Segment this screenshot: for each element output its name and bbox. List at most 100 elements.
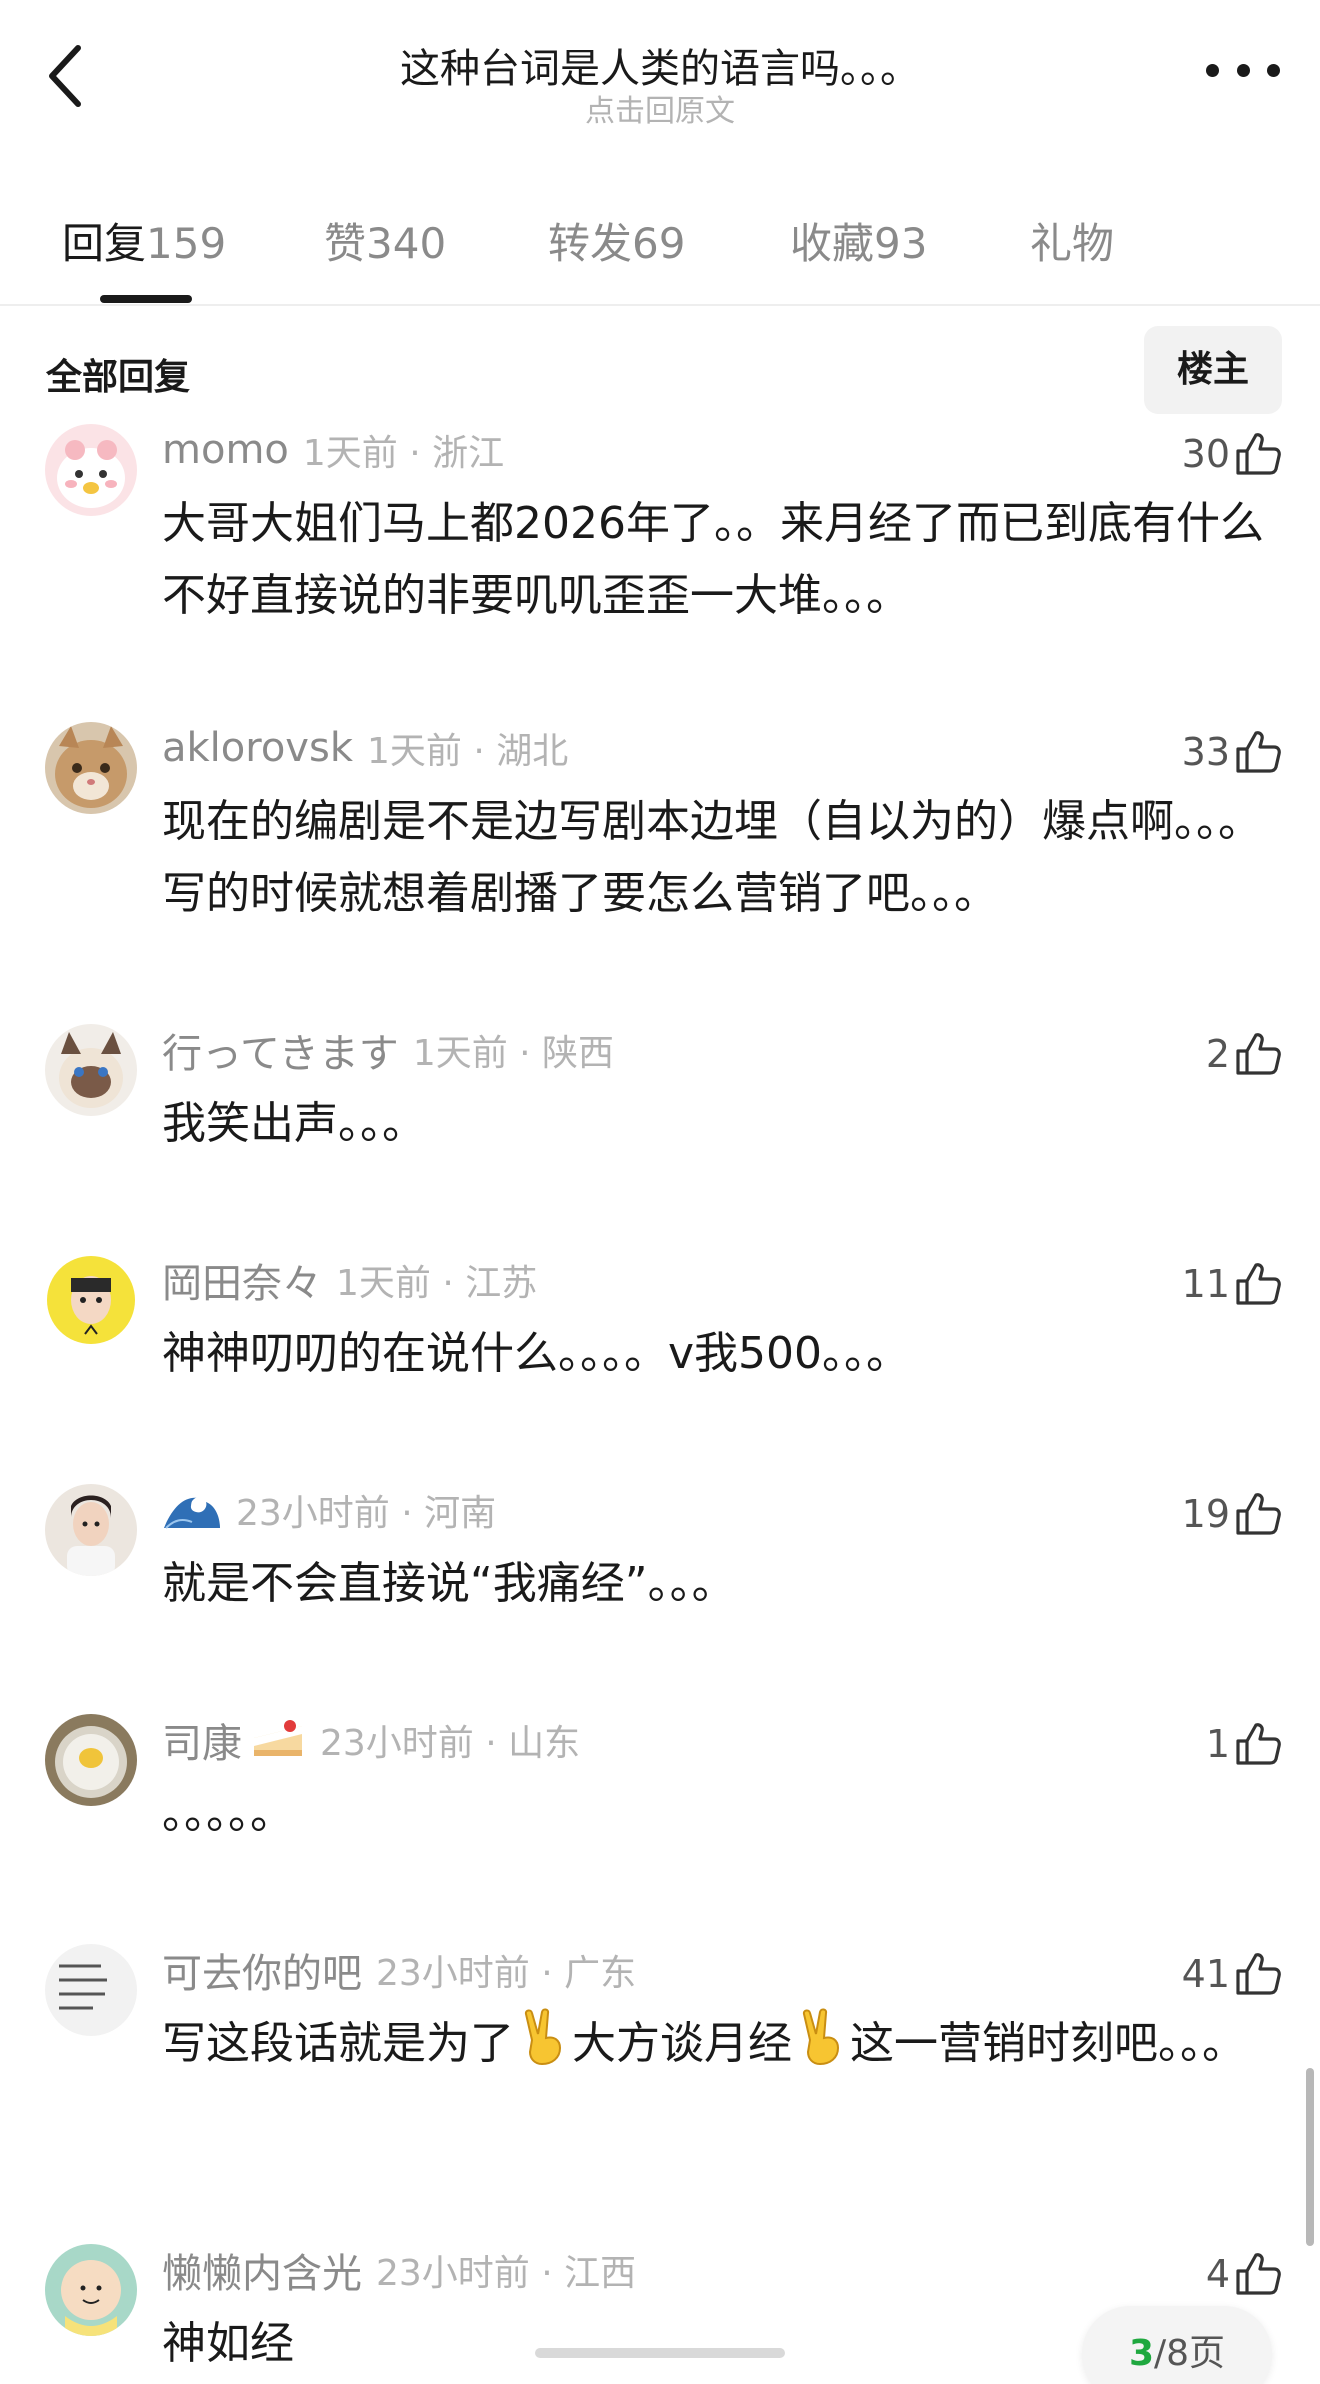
- comment-item: 行ってきます 1天前 · 陕西 2 我笑出声。。。: [0, 1024, 1320, 1214]
- tab-count: 340: [366, 219, 447, 268]
- time-location: 1天前 · 浙江: [302, 433, 505, 474]
- tab-reposts[interactable]: 转发69: [548, 210, 685, 271]
- comment-text-part: 写这段话就是为了: [162, 2018, 514, 2069]
- like-button[interactable]: 11: [1182, 1254, 1282, 1314]
- avatar[interactable]: [45, 1944, 137, 2036]
- like-button[interactable]: 33: [1182, 722, 1282, 782]
- active-tab-indicator: [100, 295, 192, 303]
- cake-icon: [254, 1720, 302, 1756]
- avatar[interactable]: [45, 1254, 137, 1346]
- thumbs-up-icon: [1236, 2253, 1281, 2295]
- op-only-button[interactable]: 楼主: [1144, 326, 1282, 414]
- comment-meta: 23小时前 · 河南: [162, 1484, 496, 1536]
- comment-text: 写这段话就是为了 大方谈月经 这一营销时刻吧。。。: [162, 2008, 1282, 2080]
- comment-text: 现在的编剧是不是边写剧本边埋（自以为的）爆点啊。。。写的时候就想着剧播了要怎么营…: [162, 796, 1262, 919]
- comment-text-part: 大方谈月经: [572, 2018, 792, 2069]
- time-location: 1天前 · 湖北: [366, 731, 569, 772]
- comment-meta: 懒懒内含光 23小时前 · 江西: [162, 2241, 637, 2299]
- like-button[interactable]: 41: [1182, 1944, 1282, 2004]
- current-page: 3: [1128, 2333, 1154, 2374]
- thumbs-up-icon: [1236, 433, 1281, 475]
- tab-label: 收藏: [790, 219, 875, 268]
- avatar[interactable]: [45, 1484, 137, 1576]
- top-bar: 这种台词是人类的语言吗。。。 点击回原文: [0, 0, 1320, 160]
- more-dot: [1236, 63, 1250, 77]
- thumbs-up-icon: [1236, 1263, 1281, 1305]
- like-count: 4: [1205, 2252, 1230, 2296]
- like-count: 2: [1205, 1032, 1230, 1076]
- comment-item: 23小时前 · 河南 19 就是不会直接说“我痛经”。。。: [0, 1484, 1320, 1674]
- tab-gifts[interactable]: 礼物: [1030, 210, 1114, 271]
- thumbs-up-icon: [1236, 1723, 1281, 1765]
- comment-meta: momo 1天前 · 浙江: [162, 424, 504, 476]
- home-indicator: [535, 2348, 785, 2358]
- time-location: 1天前 · 江苏: [336, 1263, 538, 1304]
- time-location: 23小时前 · 江西: [376, 2253, 637, 2294]
- avatar[interactable]: [45, 424, 137, 516]
- username[interactable]: 可去你的吧: [162, 1941, 362, 1999]
- comment-item: aklorovsk 1天前 · 湖北 33 现在的编剧是不是边写剧本边埋（自以为…: [0, 722, 1320, 982]
- tab-label: 转发: [548, 219, 633, 268]
- like-count: 30: [1181, 432, 1230, 476]
- total-pages: /8页: [1154, 2333, 1226, 2374]
- like-button[interactable]: 2: [1206, 1024, 1282, 1084]
- avatar[interactable]: [45, 2244, 137, 2336]
- comment-text: 就是不会直接说“我痛经”。。。: [162, 1558, 736, 1609]
- thumbs-up-icon: [1236, 1033, 1281, 1075]
- like-count: 11: [1181, 1262, 1230, 1306]
- tab-count: 93: [874, 219, 928, 268]
- comment-meta: 可去你的吧 23小时前 · 广东: [162, 1941, 637, 1999]
- comment-text: 。。。。。: [162, 1788, 294, 1839]
- username[interactable]: 岡田奈々: [162, 1251, 322, 1309]
- scrollbar[interactable]: [1306, 2068, 1314, 2246]
- avatar[interactable]: [45, 722, 137, 814]
- comment-text: 大哥大姐们马上都2026年了。。来月经了而已到底有什么不好直接说的非要叽叽歪歪一…: [162, 498, 1264, 621]
- time-location: 23小时前 · 山东: [320, 1723, 581, 1764]
- thumbs-up-icon: [1236, 731, 1281, 773]
- avatar[interactable]: [45, 1714, 137, 1806]
- username[interactable]: 行ってきます: [162, 1021, 399, 1079]
- tab-label: 礼物: [1030, 219, 1115, 268]
- comment-meta: 行ってきます 1天前 · 陕西: [162, 1021, 615, 1079]
- victory-hand-icon: [524, 2008, 562, 2066]
- back-to-post-link[interactable]: 点击回原文: [0, 86, 1320, 130]
- time-location: 23小时前 · 广东: [376, 1953, 637, 1994]
- username[interactable]: 司康: [162, 1711, 242, 1769]
- comment-text: 神神叨叨的在说什么。。。。v我500。。。: [162, 1328, 911, 1379]
- comment-item: momo 1天前 · 浙江 30 大哥大姐们马上都2026年了。。来月经了而已到…: [0, 424, 1320, 684]
- tab-replies[interactable]: 回复159: [62, 210, 226, 271]
- time-location: 1天前 · 陕西: [412, 1033, 615, 1074]
- tab-likes[interactable]: 赞340: [324, 210, 446, 271]
- tab-favorites[interactable]: 收藏93: [790, 210, 927, 271]
- avatar[interactable]: [45, 1024, 137, 1116]
- username[interactable]: 懒懒内含光: [162, 2241, 362, 2299]
- like-count: 1: [1205, 1722, 1230, 1766]
- comment-meta: 司康 23小时前 · 山东: [162, 1711, 581, 1769]
- page-indicator[interactable]: 3/8页: [1082, 2306, 1272, 2384]
- username[interactable]: aklorovsk: [162, 725, 353, 771]
- more-button[interactable]: [1206, 58, 1280, 82]
- victory-hand-icon: [802, 2008, 840, 2066]
- like-count: 19: [1181, 1492, 1230, 1536]
- time-location: 23小时前 · 河南: [236, 1493, 497, 1534]
- tab-count: 159: [146, 219, 227, 268]
- tab-bar: 回复159 赞340 转发69 收藏93 礼物: [0, 200, 1320, 306]
- comment-meta: 岡田奈々 1天前 · 江苏: [162, 1251, 538, 1309]
- tab-label: 赞: [324, 219, 367, 268]
- comment-item: 司康 23小时前 · 山东 1 。。。。。: [0, 1714, 1320, 1904]
- more-dot: [1267, 63, 1280, 77]
- thumbs-up-icon: [1236, 1953, 1281, 1995]
- username[interactable]: momo: [162, 427, 289, 473]
- tab-label: 回复: [62, 219, 147, 268]
- like-count: 33: [1181, 730, 1230, 774]
- comment-item: 岡田奈々 1天前 · 江苏 11 神神叨叨的在说什么。。。。v我500。。。: [0, 1254, 1320, 1444]
- comment-text: 我笑出声。。。: [162, 1098, 426, 1149]
- like-button[interactable]: 1: [1206, 1714, 1282, 1774]
- like-button[interactable]: 4: [1206, 2244, 1282, 2304]
- like-button[interactable]: 19: [1182, 1484, 1282, 1544]
- thumbs-up-icon: [1236, 1493, 1281, 1535]
- more-dot: [1206, 63, 1219, 77]
- like-button[interactable]: 30: [1182, 424, 1282, 484]
- all-replies-label: 全部回复: [46, 357, 191, 398]
- comment-item: 可去你的吧 23小时前 · 广东 41 写这段话就是为了 大方谈月经 这一营销时刻吧…: [0, 1944, 1320, 2204]
